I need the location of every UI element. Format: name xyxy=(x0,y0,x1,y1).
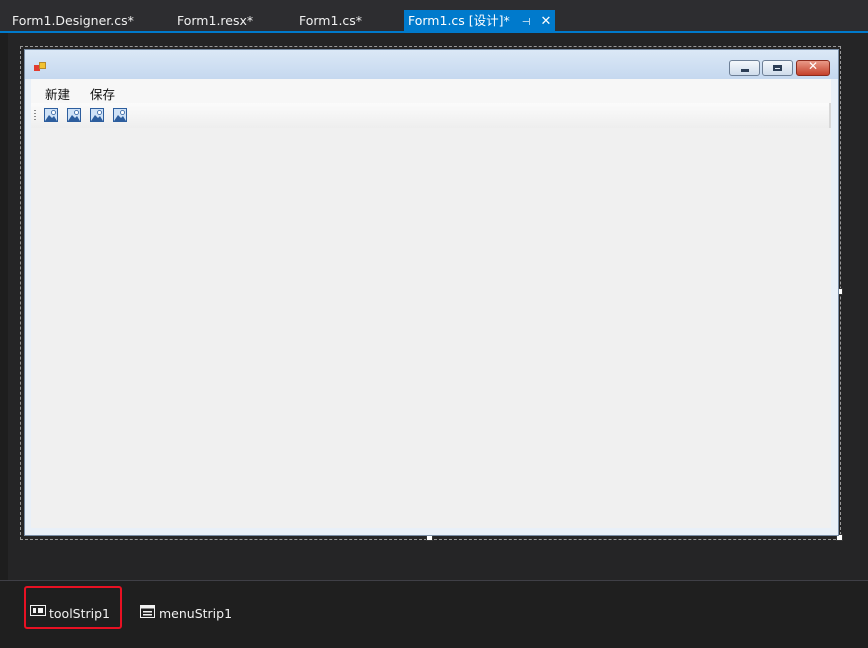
tool-strip xyxy=(31,103,831,128)
winforms-form[interactable]: ✕ 新建 保存 xyxy=(24,49,839,536)
close-icon[interactable]: ✕ xyxy=(540,11,551,32)
form-titlebar[interactable]: ✕ xyxy=(25,50,838,79)
minimize-icon xyxy=(741,69,749,72)
menu-strip: 新建 保存 xyxy=(31,79,831,103)
menu-item-save[interactable]: 保存 xyxy=(90,84,115,103)
maximize-icon xyxy=(773,65,782,71)
tab-label: Form1.Designer.cs* xyxy=(12,13,134,28)
form-icon xyxy=(34,62,46,72)
toolstrip-grip[interactable] xyxy=(34,110,36,122)
form-client-area[interactable]: 新建 保存 xyxy=(31,79,831,528)
toolstrip-button-2[interactable] xyxy=(67,108,81,122)
menu-item-new[interactable]: 新建 xyxy=(45,84,70,103)
toolstrip-icon xyxy=(30,605,46,616)
image-icon xyxy=(90,108,104,122)
tray-item-label: toolStrip1 xyxy=(49,606,111,621)
close-icon: ✕ xyxy=(807,59,819,73)
image-icon xyxy=(113,108,127,122)
tab-form1-cs[interactable]: Form1.cs* xyxy=(299,10,362,31)
tab-label: Form1.resx* xyxy=(177,13,254,28)
image-icon xyxy=(67,108,81,122)
tab-label: Form1.cs* xyxy=(299,13,363,28)
toolstrip-button-1[interactable] xyxy=(44,108,58,122)
designer-surface[interactable]: ✕ 新建 保存 xyxy=(8,33,868,580)
component-tray: toolStrip1 menuStrip1 xyxy=(0,580,868,648)
toolstrip-button-3[interactable] xyxy=(90,108,104,122)
close-button[interactable]: ✕ xyxy=(796,59,830,76)
menustrip-icon xyxy=(140,605,155,618)
tab-form1-cs-design[interactable]: Form1.cs [设计]* ⊣ ✕ xyxy=(404,10,556,33)
pin-icon[interactable]: ⊣ xyxy=(522,12,531,33)
tray-item-label: menuStrip1 xyxy=(159,606,233,621)
minimize-button[interactable] xyxy=(729,60,760,76)
document-tab-bar: Form1.Designer.cs* Form1.resx* Form1.cs*… xyxy=(0,0,868,31)
tab-form1-resx[interactable]: Form1.resx* xyxy=(177,10,253,31)
tab-form1-designer-cs[interactable]: Form1.Designer.cs* xyxy=(12,10,134,31)
tab-label: Form1.cs [设计]* xyxy=(408,13,510,28)
maximize-button[interactable] xyxy=(762,60,793,76)
toolstrip-button-4[interactable] xyxy=(113,108,127,122)
image-icon xyxy=(44,108,58,122)
